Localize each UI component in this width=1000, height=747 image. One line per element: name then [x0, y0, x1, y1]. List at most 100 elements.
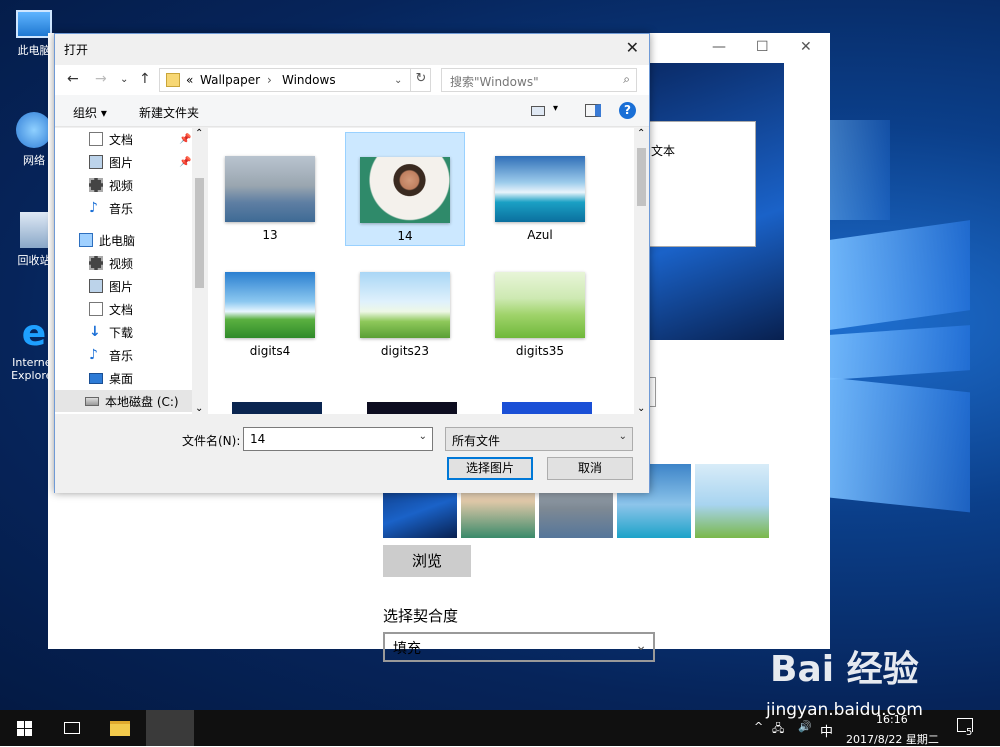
- task-view-icon: [64, 722, 80, 734]
- breadcrumb-item[interactable]: Wallpaper: [200, 73, 260, 87]
- file-scrollbar[interactable]: ⌃ ⌄: [634, 128, 649, 414]
- desktop-preview: 文本: [640, 63, 784, 340]
- ime-indicator[interactable]: 中: [820, 721, 833, 740]
- desktop-icon: [89, 372, 103, 384]
- video-icon: [89, 256, 103, 270]
- preview-text: 文本: [651, 144, 676, 158]
- scrollbar-thumb[interactable]: [195, 178, 204, 288]
- new-folder-button[interactable]: 新建文件夹: [139, 104, 199, 121]
- chevron-down-icon[interactable]: ⌄: [394, 75, 402, 86]
- active-app-button[interactable]: [146, 710, 194, 746]
- fit-select[interactable]: 填充 ⌄: [383, 632, 655, 662]
- nav-item-music[interactable]: ♪ 音乐: [89, 197, 207, 219]
- select-picture-button[interactable]: 选择图片: [447, 457, 533, 480]
- close-icon[interactable]: ✕: [626, 38, 639, 57]
- image-thumbnail-partial: [367, 402, 457, 414]
- nav-item-music[interactable]: ♪ 音乐: [89, 344, 207, 366]
- preview-window: 文本: [640, 121, 756, 247]
- file-item[interactable]: digits35: [480, 248, 600, 362]
- refresh-icon[interactable]: ↻: [410, 68, 431, 92]
- nav-item-label: 图片: [109, 279, 134, 294]
- breadcrumb-overflow[interactable]: «: [186, 73, 193, 87]
- minimize-icon[interactable]: —: [712, 39, 726, 55]
- scroll-up-icon[interactable]: ⌃: [637, 128, 645, 139]
- computer-icon: [79, 233, 93, 247]
- scrollbar-thumb[interactable]: [637, 148, 646, 206]
- chevron-down-icon: ⌄: [618, 431, 627, 442]
- fit-select-value: 填充: [393, 641, 421, 657]
- pictures-icon: [89, 155, 103, 169]
- nav-item-label: 本地磁盘 (C:): [105, 394, 179, 409]
- folder-icon: [110, 720, 130, 736]
- document-icon: [89, 302, 103, 316]
- scroll-down-icon[interactable]: ⌄: [195, 403, 203, 414]
- image-thumbnail: [225, 272, 315, 338]
- browse-button[interactable]: 浏览: [383, 545, 471, 577]
- cancel-button[interactable]: 取消: [547, 457, 633, 480]
- action-center-button[interactable]: 5: [954, 716, 980, 740]
- scroll-down-icon[interactable]: ⌄: [637, 403, 645, 414]
- up-arrow-icon[interactable]: ↑: [139, 71, 151, 87]
- address-bar[interactable]: « Wallpaper › Windows ⌄: [159, 68, 431, 92]
- pin-icon: 📌: [179, 133, 192, 145]
- nav-item-documents[interactable]: 文档: [89, 298, 207, 320]
- file-item[interactable]: 13: [210, 132, 330, 246]
- nav-item-label: 文档: [109, 302, 134, 317]
- computer-icon: [16, 10, 52, 38]
- filename-label: 文件名(N):: [182, 434, 241, 448]
- start-button[interactable]: [0, 710, 48, 746]
- file-item[interactable]: 14: [345, 132, 465, 246]
- image-thumbnail-partial: [232, 402, 322, 414]
- view-options-icon[interactable]: [531, 106, 545, 116]
- nav-scrollbar[interactable]: ⌃ ⌄: [192, 128, 207, 414]
- task-view-button[interactable]: [48, 710, 96, 746]
- nav-item-this-pc[interactable]: 此电脑: [79, 229, 207, 251]
- nav-item-label: 视频: [109, 178, 134, 193]
- file-explorer-button[interactable]: [96, 710, 144, 746]
- pictures-icon: [89, 279, 103, 293]
- chevron-down-icon[interactable]: ⌄: [419, 431, 427, 442]
- download-icon: ↓: [89, 324, 101, 340]
- nav-item-videos[interactable]: 视频: [89, 252, 207, 274]
- image-thumbnail: [495, 156, 585, 222]
- chevron-down-icon[interactable]: ⌄: [120, 74, 128, 85]
- chevron-down-icon[interactable]: ▾: [553, 103, 558, 114]
- nav-item-label: 音乐: [109, 348, 134, 363]
- music-icon: ♪: [89, 347, 98, 363]
- recycle-bin-icon: [20, 212, 48, 248]
- forward-arrow-icon[interactable]: →: [95, 71, 107, 87]
- recent-wallpaper-thumb[interactable]: [695, 464, 769, 538]
- nav-item-videos[interactable]: 视频: [89, 174, 207, 196]
- nav-item-local-disk[interactable]: 本地磁盘 (C:): [55, 390, 192, 412]
- command-bar: 组织 ▾ 新建文件夹 ▾ ?: [55, 95, 649, 127]
- organize-button[interactable]: 组织 ▾: [73, 104, 107, 121]
- maximize-icon[interactable]: ☐: [756, 39, 769, 55]
- nav-item-pictures[interactable]: 图片 📌: [89, 151, 207, 173]
- wallpaper-beam: [830, 120, 890, 220]
- scroll-up-icon[interactable]: ⌃: [195, 128, 203, 139]
- close-icon[interactable]: ✕: [800, 39, 812, 55]
- file-item[interactable]: Azul: [480, 132, 600, 246]
- nav-item-label: 图片: [109, 155, 134, 170]
- file-item[interactable]: digits4: [210, 248, 330, 362]
- dialog-title: 打开: [64, 43, 89, 57]
- search-input[interactable]: 搜索"Windows" ⌕: [441, 68, 637, 92]
- clock-date[interactable]: 2017/8/22 星期二: [846, 731, 939, 747]
- watermark-url: jingyan.baidu.com: [766, 700, 923, 720]
- network-tray-icon[interactable]: 🖧: [772, 720, 784, 739]
- nav-item-label: 此电脑: [99, 233, 136, 248]
- volume-icon[interactable]: 🔊: [798, 720, 812, 733]
- nav-item-downloads[interactable]: ↓ 下载: [89, 321, 207, 343]
- tray-chevron-icon[interactable]: ^: [754, 720, 763, 733]
- nav-item-documents[interactable]: 文档 📌: [89, 128, 207, 150]
- breadcrumb-item[interactable]: Windows: [282, 73, 336, 87]
- nav-item-desktop[interactable]: 桌面: [89, 367, 207, 389]
- preview-pane-icon[interactable]: [585, 104, 601, 117]
- filename-input[interactable]: 14 ⌄: [243, 427, 433, 451]
- wallpaper-beam: [830, 377, 970, 513]
- file-item[interactable]: digits23: [345, 248, 465, 362]
- back-arrow-icon[interactable]: ←: [67, 71, 79, 87]
- filetype-select[interactable]: 所有文件 ⌄: [445, 427, 633, 451]
- nav-item-pictures[interactable]: 图片: [89, 275, 207, 297]
- help-icon[interactable]: ?: [619, 102, 636, 119]
